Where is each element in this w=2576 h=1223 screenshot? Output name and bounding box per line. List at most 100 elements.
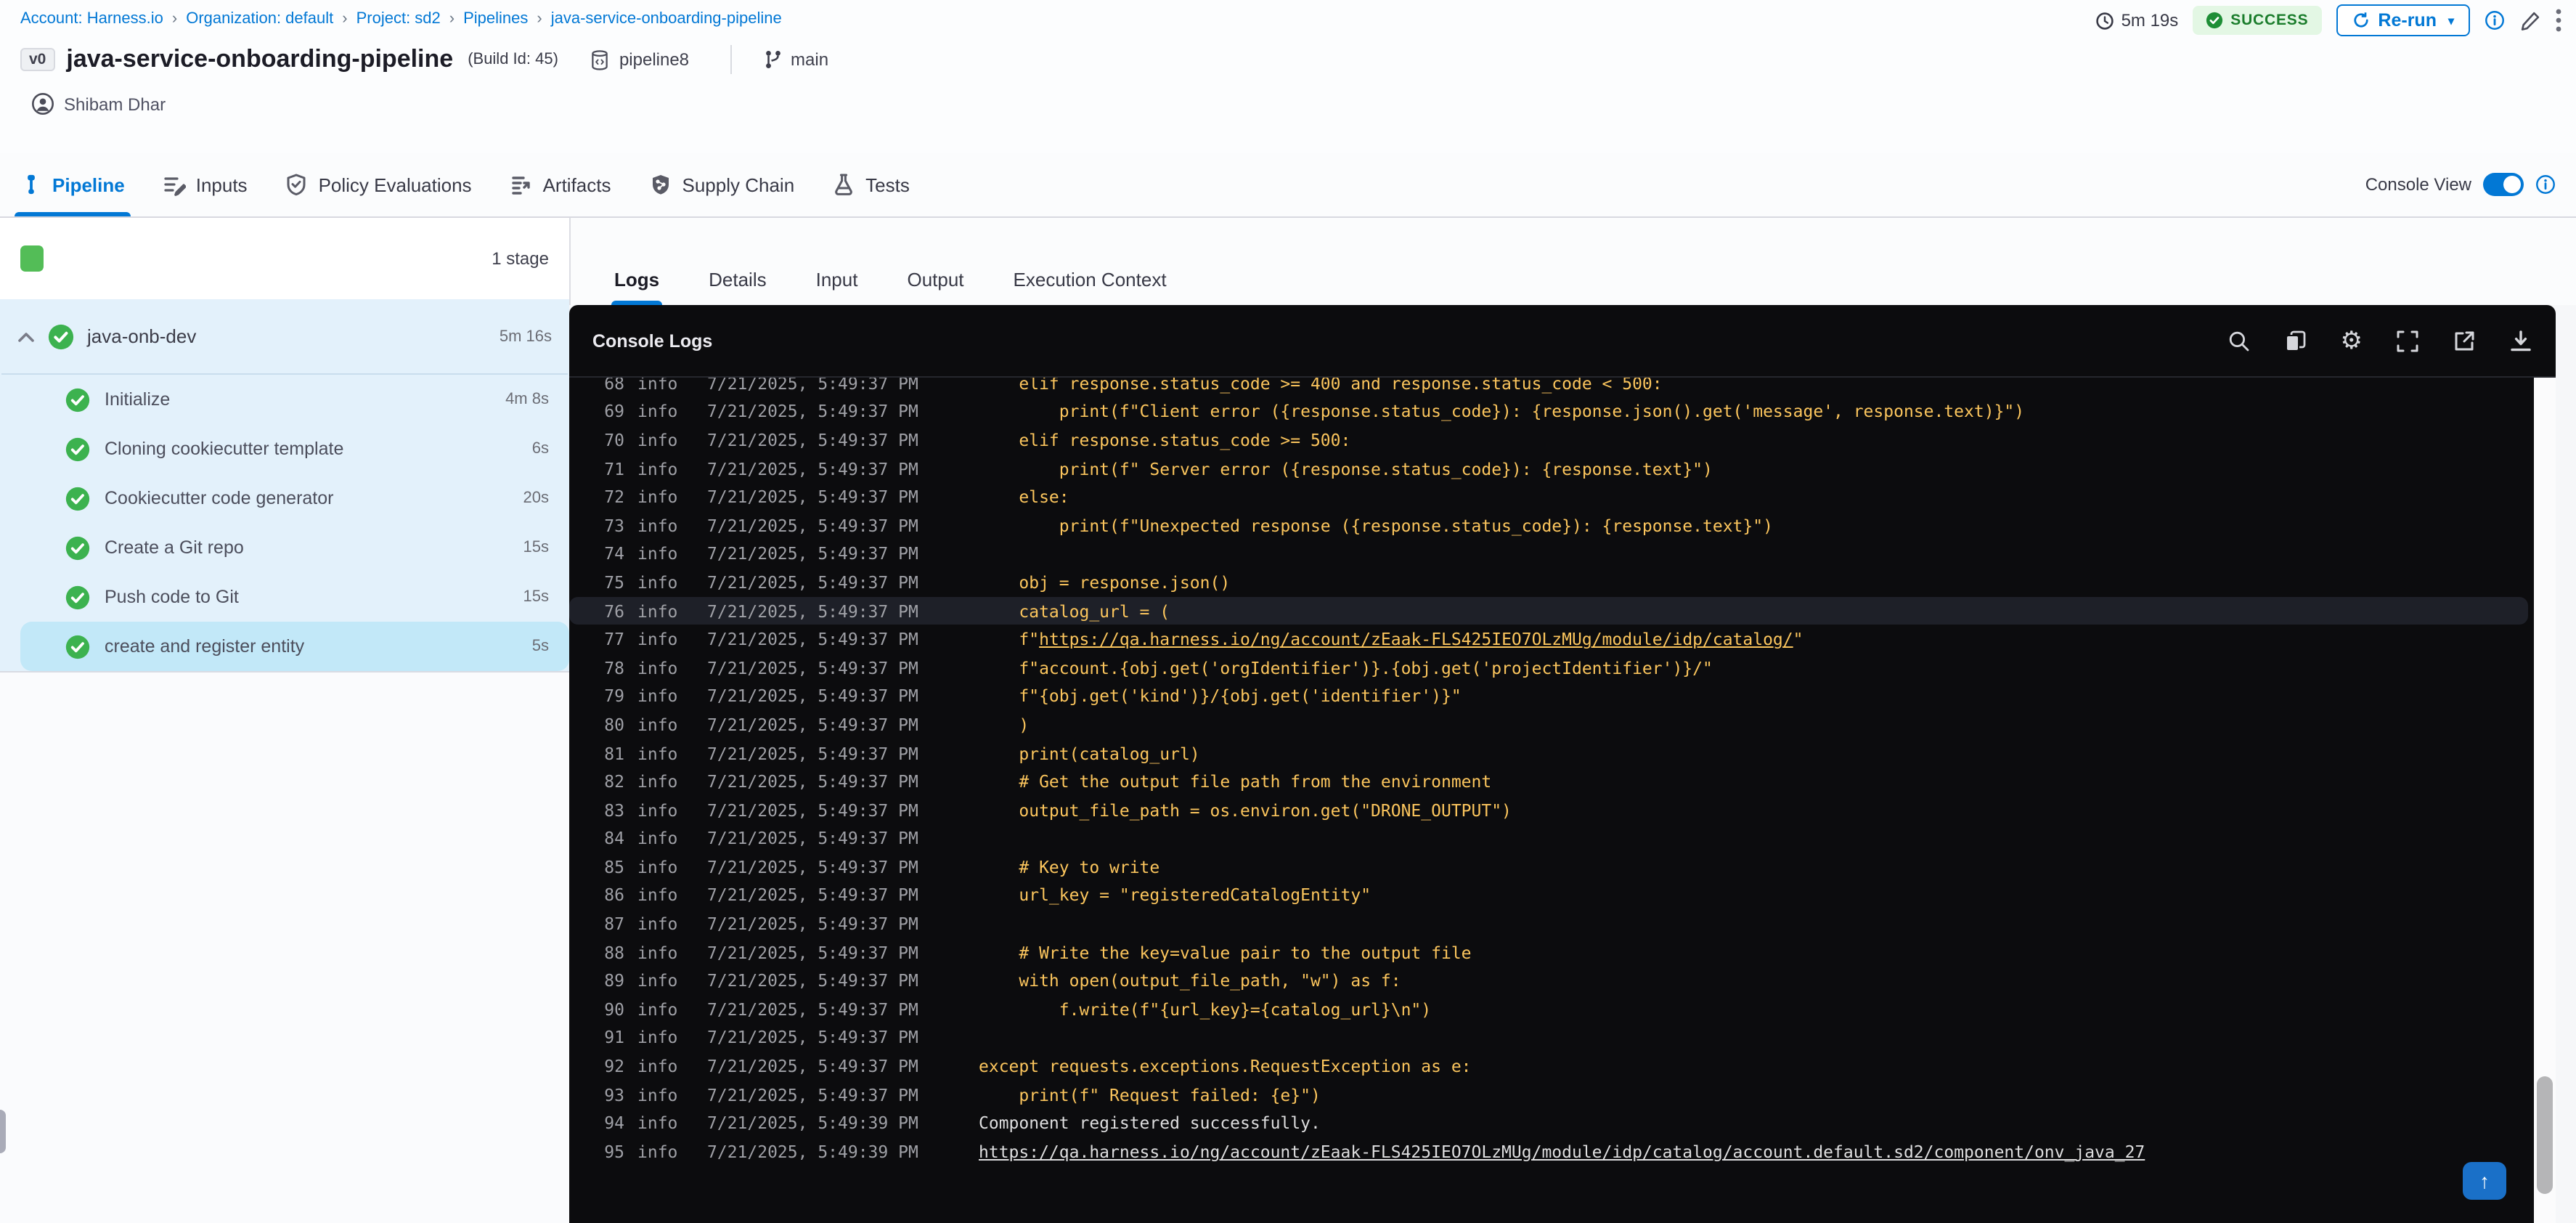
log-line-number: 72 [604,487,624,508]
fullscreen-icon[interactable] [2396,329,2419,352]
settings-gear-icon[interactable]: ⚙ [2341,328,2363,353]
log-line-72: 72 info 7/21/2025, 5:49:37 PM else: [569,483,2534,511]
build-id-label: (Build Id: 45) [468,51,558,68]
scrollbar-track[interactable] [2534,378,2556,1223]
logtab-execution-context[interactable]: Execution Context [1011,269,1170,290]
check-circle-icon [65,585,90,609]
console-logs-panel: Console Logs ⚙ 68 info 7/21/2025, 5:49:37 … [569,305,2556,1223]
search-icon[interactable] [2227,329,2251,352]
log-line-86: 86 info 7/21/2025, 5:49:37 PM url_key = "r… [569,881,2534,909]
scrollbar-thumb[interactable] [2537,1076,2553,1194]
copy-icon[interactable] [2284,329,2307,352]
breadcrumb-item-pipelines[interactable]: Pipelines [463,10,528,28]
tab-inputs[interactable]: Inputs [163,153,248,216]
log-line-number: 84 [604,828,624,849]
tab-tests[interactable]: Tests [832,153,910,216]
breadcrumb-item-project[interactable]: Project: sd2 [356,10,441,28]
step-create-and-register-entity[interactable]: create and register entity 5s [20,622,569,671]
breadcrumb-separator: › [171,10,178,28]
info-icon[interactable] [2485,10,2505,31]
log-timestamp: 7/21/2025, 5:49:37 PM [707,401,918,422]
log-message: f"{obj.get('kind')}/{obj.get('identifier… [979,686,1462,707]
scroll-to-top-button[interactable]: ↑ [2463,1162,2506,1200]
log-line-number: 85 [604,856,624,877]
kebab-menu-icon[interactable] [2556,9,2561,32]
breadcrumb-item-organization[interactable]: Organization: default [186,10,333,28]
logtab-input[interactable]: Input [813,269,861,290]
stage-minimap-square[interactable] [20,245,44,272]
console-logs-title: Console Logs [592,330,713,351]
step-initialize[interactable]: Initialize 4m 8s [0,375,569,424]
log-line-number: 80 [604,714,624,735]
step-name: Cloning cookiecutter template [105,439,344,459]
log-level: info [637,743,678,764]
log-message: f.write(f"{url_key}={catalog_url}\n") [979,999,1432,1020]
log-line-number: 78 [604,657,624,678]
open-in-new-icon[interactable] [2453,329,2476,352]
chevron-down-icon: ▾ [2447,14,2454,27]
check-circle-icon [65,436,90,461]
log-level: info [637,487,678,508]
console-view-toggle[interactable] [2483,173,2524,196]
tab-supply-chain[interactable]: Supply Chain [649,153,794,216]
step-cloning-cookiecutter-template[interactable]: Cloning cookiecutter template 6s [0,424,569,474]
log-line-number: 88 [604,942,624,963]
log-level: info [637,1141,678,1162]
log-level: info [637,515,678,536]
log-timestamp: 7/21/2025, 5:49:37 PM [707,429,918,450]
log-line-number: 69 [604,401,624,422]
tab-artifacts[interactable]: Artifacts [510,153,611,216]
log-line-number: 79 [604,686,624,707]
log-line-number: 75 [604,572,624,593]
download-icon[interactable] [2509,329,2532,352]
step-cookiecutter-code-generator[interactable]: Cookiecutter code generator 20s [0,474,569,523]
log-message: Component registered successfully. [979,1113,1321,1134]
stage-header[interactable]: java-onb-dev 5m 16s [0,299,569,373]
log-timestamp: 7/21/2025, 5:49:37 PM [707,914,918,935]
log-level: info [637,999,678,1020]
main-tabs: Pipeline Inputs Policy Evaluations Artifact… [15,153,910,216]
rerun-button[interactable]: Re-run ▾ [2336,4,2470,36]
step-push-code-to-git[interactable]: Push code to Git 15s [0,572,569,622]
info-icon[interactable] [2535,174,2556,195]
panel-resize-handle[interactable] [0,1110,6,1153]
execution-duration: 5m 19s [2095,10,2178,31]
breadcrumb-item-account[interactable]: Account: Harness.io [20,10,163,28]
tab-pipeline[interactable]: Pipeline [15,153,131,216]
step-create-a-git-repo[interactable]: Create a Git repo 15s [0,523,569,572]
log-line-number: 73 [604,515,624,536]
author-row: Shibam Dhar [32,93,2556,115]
log-message: catalog_url = ( [979,601,1170,622]
log-message: print(catalog_url) [979,743,1200,764]
tab-label: Artifacts [542,174,611,195]
log-line-80: 80 info 7/21/2025, 5:49:37 PM ) [569,710,2534,739]
log-level: info [637,572,678,593]
console-view-control: Console View [2365,173,2556,196]
log-line-number: 77 [604,629,624,650]
console-header: Console Logs ⚙ [569,305,2556,378]
step-duration: 6s [531,440,549,458]
branch-ref[interactable]: main [763,49,828,70]
logtab-output[interactable]: Output [904,269,966,290]
chevron-up-icon[interactable] [17,330,35,342]
execution-actions: 5m 19s SUCCESS Re-run ▾ [2095,3,2561,38]
main-tabbar: Pipeline Inputs Policy Evaluations Artifact… [0,153,2576,218]
breadcrumb-item-java-service-onboarding-pipeline[interactable]: java-service-onboarding-pipeline [551,10,782,28]
log-timestamp: 7/21/2025, 5:49:37 PM [707,378,918,394]
log-url-link[interactable]: https://qa.harness.io/ng/account/zEaak-F… [979,1142,2145,1162]
logtab-details[interactable]: Details [706,269,770,290]
tab-policy-evaluations[interactable]: Policy Evaluations [285,153,472,216]
logtab-logs[interactable]: Logs [611,269,663,305]
repo-ref[interactable]: pipeline8 [590,49,689,70]
log-line-number: 82 [604,771,624,792]
refresh-icon [2352,12,2369,29]
edit-pencil-icon[interactable] [2519,9,2541,31]
step-name: Create a Git repo [105,537,244,558]
log-url-link[interactable]: https://qa.harness.io/ng/account/zEaak-F… [1039,629,1793,649]
log-level: info [637,885,678,906]
log-line-88: 88 info 7/21/2025, 5:49:37 PM # Write the … [569,938,2534,967]
tests-flask-icon [832,173,855,196]
git-branch-icon [763,49,782,70]
tab-label: Pipeline [52,174,125,195]
stage-duration: 5m 16s [499,328,552,345]
